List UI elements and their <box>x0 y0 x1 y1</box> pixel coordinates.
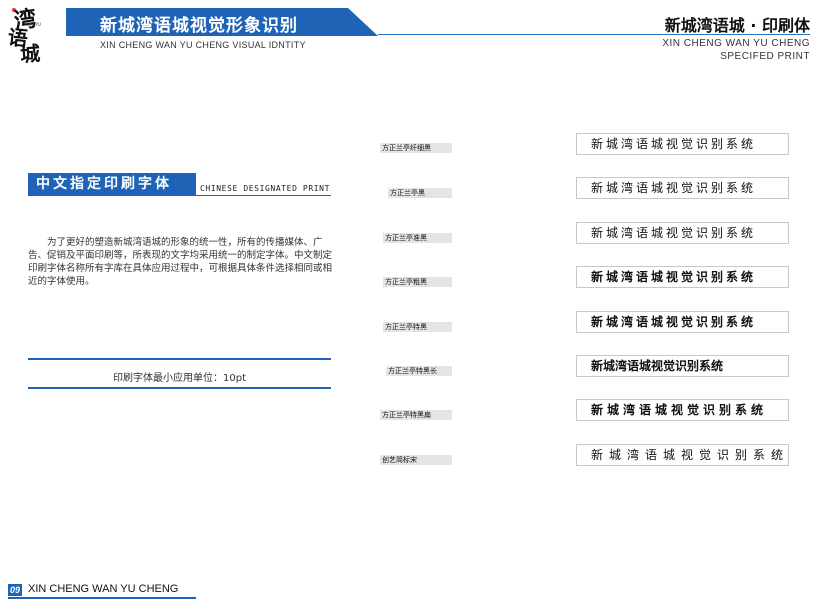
font-sample-box-7: 新城湾语城视觉识别系统 <box>576 399 789 421</box>
font-sample-1: 新城湾语城视觉识别系统 <box>591 137 757 151</box>
section-title: 新城湾语城 · 印刷体 <box>664 16 810 35</box>
font-sample-2: 新城湾语城视觉识别系统 <box>591 181 757 195</box>
font-sample-box-6: 新城湾语城视觉识别系统 <box>576 355 789 377</box>
font-sample-box-5: 新城湾语城视觉识别系统 <box>576 311 789 333</box>
description-paragraph: 为了更好的塑造新城湾语城的形象的统一性，所有的传播媒体、广告、促销及平面印刷等，… <box>28 237 333 287</box>
logo-char-3: 城 <box>19 41 41 67</box>
section-title-en-line2: SPECIFED PRINT <box>720 51 810 62</box>
font-sample-8: 新城湾语城视觉识别系统 <box>591 448 790 462</box>
brand-logo: 湾 语 城 WANYU <box>6 2 52 67</box>
logo-small-text: WANYU <box>26 22 41 27</box>
font-sample-5: 新城湾语城视觉识别系统 <box>591 315 757 329</box>
font-sample-box-3: 新城湾语城视觉识别系统 <box>576 222 789 244</box>
section-heading: 中文指定印刷字体 <box>36 176 172 192</box>
header-banner: 新城湾语城视觉形象识别 <box>66 8 378 36</box>
section-heading-en: CHINESE DESIGNATED PRINT <box>200 184 330 193</box>
font-sample-6: 新城湾语城视觉识别系统 <box>591 359 724 373</box>
page-number: 09 <box>8 584 23 596</box>
font-sample-7: 新城湾语城视觉识别系统 <box>591 403 768 417</box>
font-label-2: 方正兰亭黑 <box>388 188 452 198</box>
font-sample-3: 新城湾语城视觉识别系统 <box>591 226 757 240</box>
font-label-8: 创艺简标宋 <box>380 455 452 465</box>
min-unit-bottom-rule <box>28 387 331 389</box>
section-heading-underline <box>28 195 331 196</box>
footer-underline <box>8 597 196 599</box>
font-label-5: 方正兰亭特黑 <box>383 322 452 332</box>
min-unit-text: 印刷字体最小应用单位：10pt <box>113 373 246 384</box>
section-title-en-line1: XIN CHENG WAN YU CHENG <box>662 38 810 49</box>
font-sample-box-4: 新城湾语城视觉识别系统 <box>576 266 789 288</box>
font-label-3: 方正兰亭准黑 <box>383 233 452 243</box>
font-label-4: 方正兰亭粗黑 <box>383 277 452 287</box>
font-sample-4: 新城湾语城视觉识别系统 <box>591 270 757 284</box>
footer-text: XIN CHENG WAN YU CHENG <box>28 583 179 595</box>
min-unit-top-rule <box>28 358 331 360</box>
font-label-1: 方正兰亭纤细黑 <box>380 143 452 153</box>
font-label-6: 方正兰亭特黑长 <box>386 366 452 376</box>
page-subtitle-en: XIN CHENG WAN YU CHENG VISUAL IDNTITY <box>100 40 306 50</box>
font-sample-box-8: 新城湾语城视觉识别系统 <box>576 444 789 466</box>
page-title: 新城湾语城视觉形象识别 <box>100 16 298 36</box>
section-heading-box: 中文指定印刷字体 <box>28 173 196 195</box>
font-label-7: 方正兰亭特黑扁 <box>380 410 452 420</box>
font-sample-box-1: 新城湾语城视觉识别系统 <box>576 133 789 155</box>
font-sample-box-2: 新城湾语城视觉识别系统 <box>576 177 789 199</box>
